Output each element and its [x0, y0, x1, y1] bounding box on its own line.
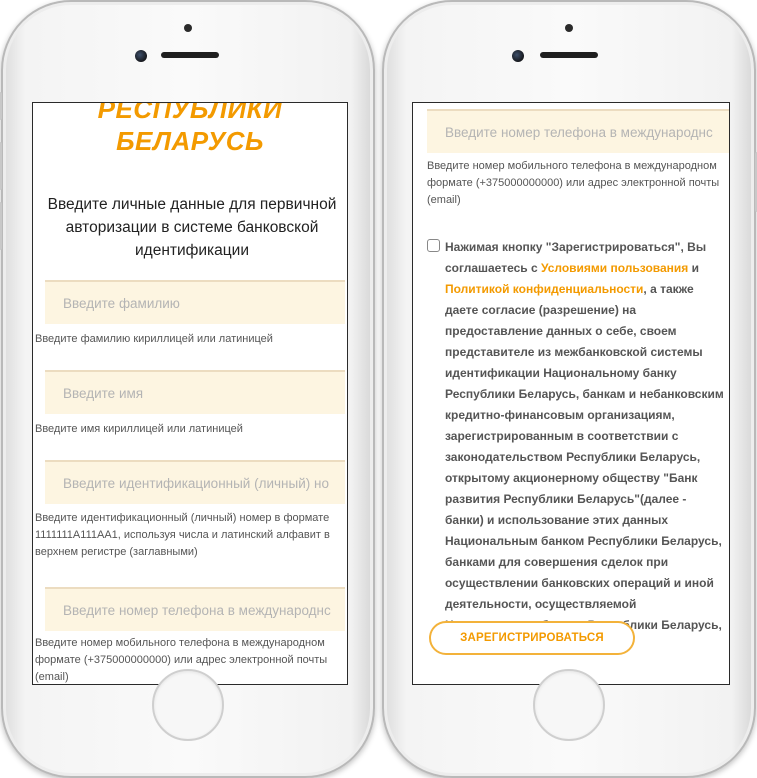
mute-switch: [0, 92, 2, 120]
register-button[interactable]: ЗАРЕГИСТРИРОВАТЬСЯ: [429, 621, 635, 655]
camera-icon: [184, 24, 192, 32]
surname-input[interactable]: Введите фамилию: [45, 280, 345, 324]
consent-text-and: и: [688, 261, 700, 275]
surname-hint: Введите фамилию кириллицей или латиницей: [35, 333, 273, 345]
camera-icon: [565, 24, 573, 32]
phone-hint: Введите номер мобильного телефона в межд…: [427, 160, 720, 206]
home-button[interactable]: [533, 669, 605, 741]
personal-id-hint: Введите идентификационный (личный) номер…: [35, 512, 330, 558]
name-hint: Введите имя кириллицей или латиницей: [35, 423, 243, 435]
privacy-link[interactable]: Политикой конфиденциальности: [445, 282, 643, 296]
terms-link[interactable]: Условиями пользования: [541, 261, 688, 275]
name-input[interactable]: Введите имя: [45, 370, 345, 414]
page-title-line2: БЕЛАРУСЬ: [116, 126, 264, 156]
phone-input[interactable]: Введите номер телефона в международнс: [45, 587, 345, 631]
screen-right: Введите номер телефона в международнс Вв…: [412, 102, 730, 685]
home-button[interactable]: [152, 669, 224, 741]
personal-id-input[interactable]: Введите идентификационный (личный) но: [45, 460, 345, 504]
phone-frame-right: Введите номер телефона в международнс Вв…: [382, 0, 757, 778]
screen-left: РЕСПУБЛИКИ БЕЛАРУСЬ Введите личные данны…: [32, 102, 348, 685]
consent-checkbox[interactable]: [427, 239, 440, 252]
speaker-grille: [540, 52, 598, 58]
volume-down-button: [0, 202, 2, 250]
phone-input[interactable]: Введите номер телефона в международнс: [427, 109, 729, 153]
page-title-line1: РЕСПУБЛИКИ: [97, 102, 283, 124]
consent-text: Нажимая кнопку "Зарегистрироваться", Вы …: [445, 237, 725, 657]
intro-text: Введите личные данные для первичной авто…: [47, 196, 337, 259]
speaker-grille: [161, 52, 219, 58]
front-camera-icon: [512, 50, 524, 62]
phone-frame-left: РЕСПУБЛИКИ БЕЛАРУСЬ Введите личные данны…: [0, 0, 375, 778]
front-camera-icon: [135, 50, 147, 62]
volume-up-button: [0, 142, 2, 190]
consent-text-after: , а также даете согласие (разрешение) на…: [445, 282, 724, 653]
